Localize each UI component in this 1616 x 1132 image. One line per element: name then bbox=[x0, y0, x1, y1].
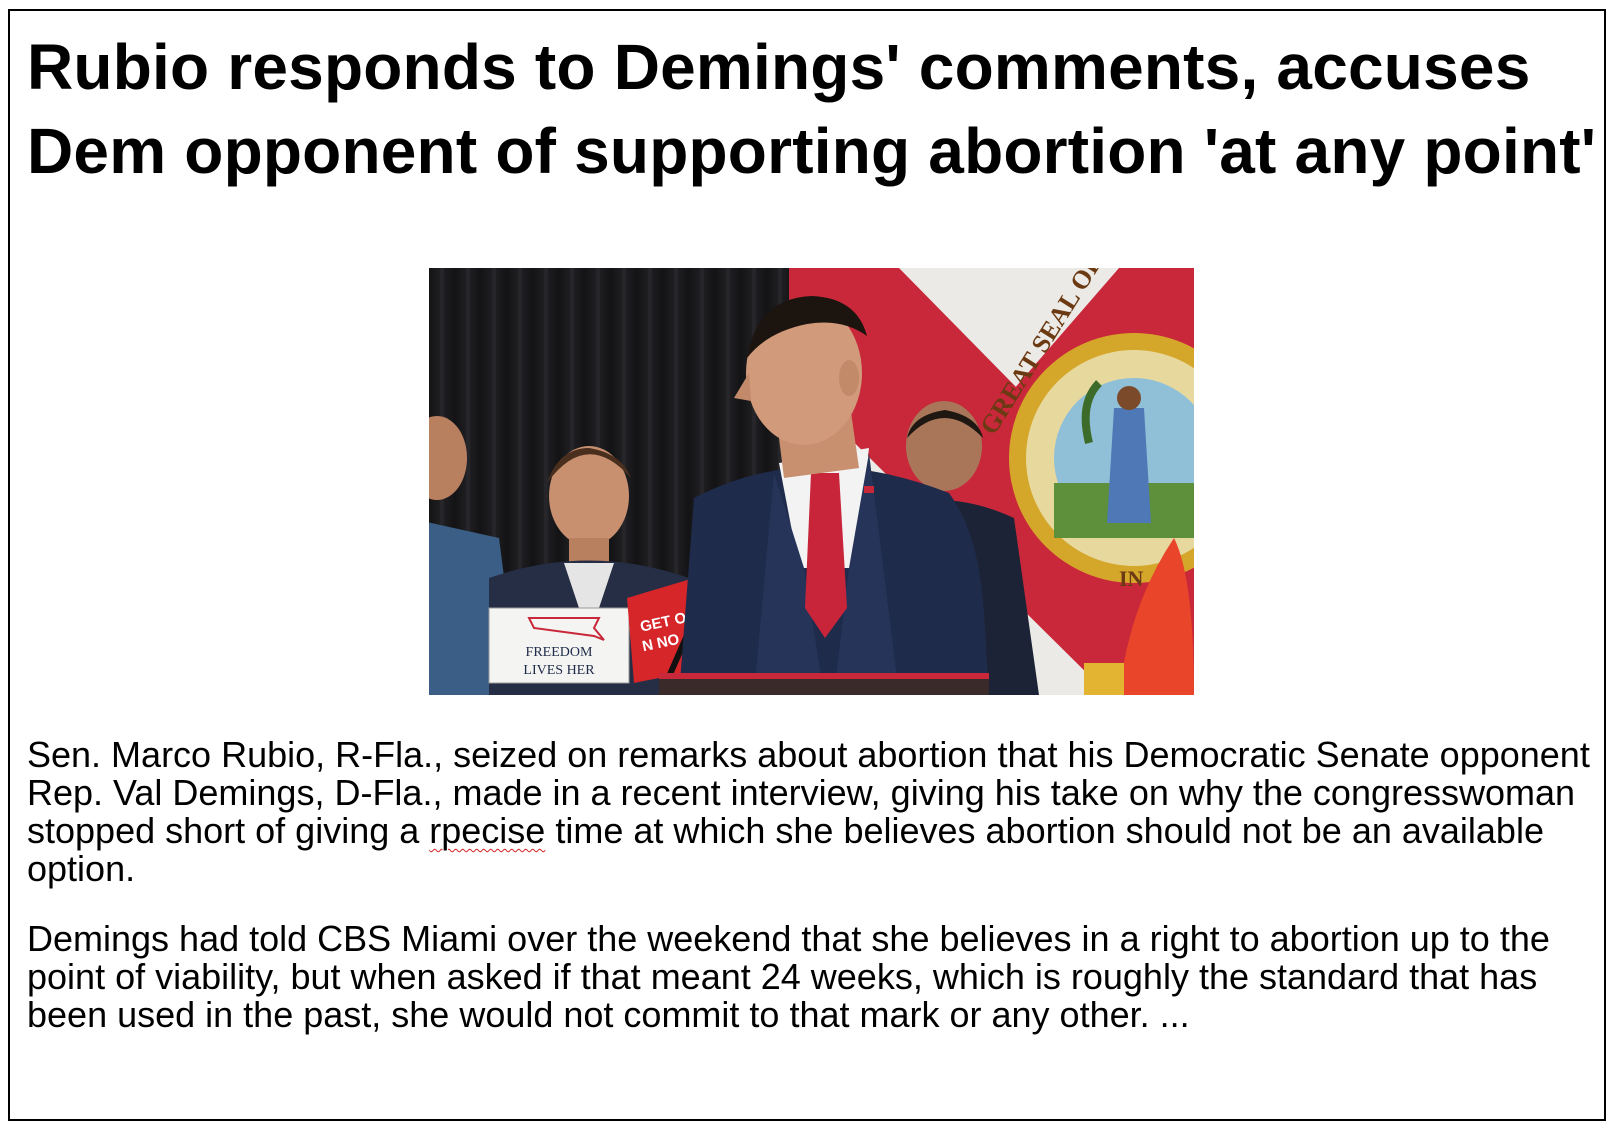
podium bbox=[659, 678, 989, 695]
article-body: Sen. Marco Rubio, R-Fla., seized on rema… bbox=[27, 736, 1597, 1066]
misspelled-word: rpecise bbox=[429, 810, 546, 851]
article-frame: Rubio responds to Demings' comments, acc… bbox=[8, 9, 1606, 1121]
rubio-podium-photo: GREAT SEAL OF TH IN FREEDOM LIVES HER GE… bbox=[429, 268, 1194, 695]
article-paragraph-2: Demings had told CBS Miami over the week… bbox=[27, 918, 1550, 1035]
article-photo: GREAT SEAL OF TH IN FREEDOM LIVES HER GE… bbox=[429, 268, 1194, 695]
sign-line1: FREEDOM bbox=[526, 645, 593, 660]
seal-bottom-text: IN bbox=[1119, 566, 1144, 591]
sign-line2: LIVES HER bbox=[523, 663, 595, 678]
article-headline: Rubio responds to Demings' comments, acc… bbox=[27, 31, 1597, 187]
article-paragraph-1: Sen. Marco Rubio, R-Fla., seized on rema… bbox=[27, 736, 1597, 888]
freedom-lives-here-sign: FREEDOM LIVES HER bbox=[488, 607, 630, 684]
